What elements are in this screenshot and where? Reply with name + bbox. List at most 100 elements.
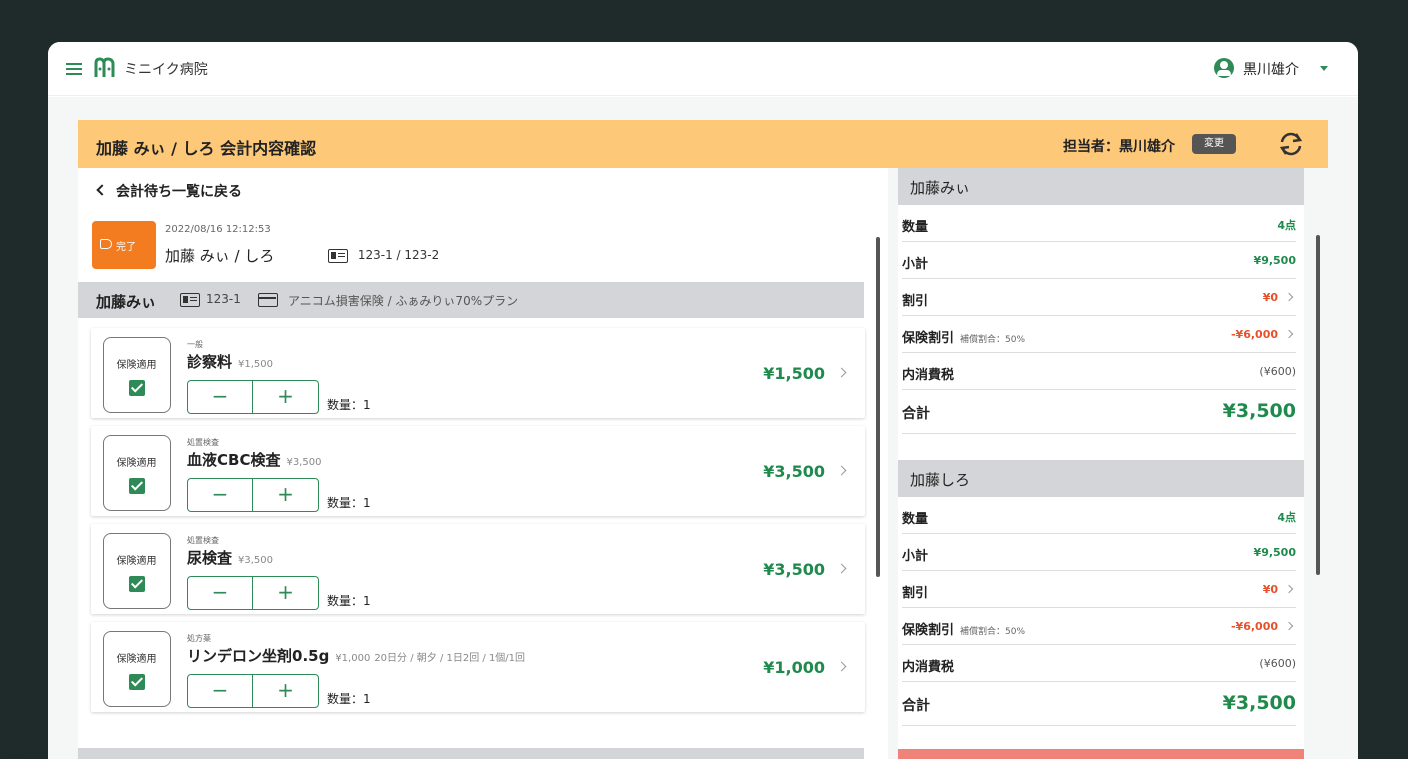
id-card-icon — [180, 292, 200, 307]
logo-icon — [94, 57, 115, 77]
owner-id-text: 123-1 — [206, 292, 241, 306]
summary-row-discount[interactable]: 割引 ¥0 — [902, 571, 1296, 608]
quantity-stepper: − + — [187, 674, 319, 708]
item-unit-price: ¥1,000 — [335, 653, 371, 664]
visit-ids: 123-1 / 123-2 — [328, 248, 439, 263]
refresh-icon[interactable] — [1276, 130, 1306, 158]
credit-card-icon — [258, 293, 278, 307]
tag-icon — [100, 239, 112, 249]
title-bar: 加藤 みぃ / しろ 会計内容確認 担当者：黒川雄介 変更 — [78, 120, 1328, 168]
back-link[interactable]: 会計待ち一覧に戻る — [116, 181, 242, 201]
item-category: 処置検査 — [187, 536, 219, 545]
chevron-right-icon[interactable] — [1284, 329, 1294, 339]
item-category: 一般 — [187, 340, 203, 349]
summary-label: 内消費税 — [902, 368, 955, 383]
caret-down-icon[interactable] — [1320, 66, 1328, 71]
summary-label: 保険割引 補償割合：50% — [902, 619, 1025, 638]
user-icon[interactable] — [1214, 58, 1234, 78]
summary-value: 4点 — [1277, 219, 1296, 232]
increment-button[interactable]: + — [253, 479, 318, 511]
summary-scrollbar[interactable] — [1316, 235, 1320, 575]
visit-owner: 加藤 みぃ / しろ — [165, 247, 275, 265]
chevron-right-icon[interactable] — [1284, 584, 1294, 594]
decrement-button[interactable]: − — [188, 479, 253, 511]
chevron-right-icon[interactable] — [836, 465, 847, 476]
summary-value: ¥0 — [1262, 291, 1278, 304]
summary-label: 合計 — [902, 406, 930, 422]
item-total: ¥3,500 — [763, 462, 825, 481]
status-badge-label: 完了 — [116, 242, 136, 253]
quantity-stepper: − + — [187, 478, 319, 512]
increment-button[interactable]: + — [253, 381, 318, 413]
insurance-label: 保険適用 — [116, 556, 157, 567]
app-bar: ミニイク病院 黒川雄介 — [48, 42, 1358, 96]
assignee-label: 担当者：黒川雄介 — [1063, 139, 1175, 155]
summary-row-insurance-discount[interactable]: 保険割引 補償割合：50% -¥6,000 — [902, 316, 1296, 353]
menu-icon[interactable] — [66, 63, 82, 75]
insurance-toggle[interactable]: 保険適用 — [103, 533, 171, 609]
app-screen: ミニイク病院 黒川雄介 加藤 みぃ / しろ 会計内容確認 担当者：黒川雄介 変… — [48, 42, 1358, 759]
summary-value: 4点 — [1277, 511, 1296, 524]
chevron-right-icon[interactable] — [836, 367, 847, 378]
summary-row-total: 合計 ¥3,500 — [902, 682, 1296, 726]
item-category: 処置検査 — [187, 438, 219, 447]
summary-label: 内消費税 — [902, 660, 955, 675]
item-name-text: 血液CBC検査 — [187, 451, 281, 469]
chevron-left-icon[interactable] — [96, 184, 108, 196]
summary-row-quantity: 数量 4点 — [902, 205, 1296, 242]
summary-pet-name: 加藤みぃ — [910, 179, 971, 197]
chevron-right-icon[interactable] — [1284, 292, 1294, 302]
checkbox-checked-icon[interactable] — [129, 380, 145, 396]
chevron-right-icon[interactable] — [836, 563, 847, 574]
item-total: ¥1,500 — [763, 364, 825, 383]
summary-label-text: 保険割引 — [902, 331, 955, 346]
summary-row-discount[interactable]: 割引 ¥0 — [902, 279, 1296, 316]
owner-section-header-partial — [78, 748, 864, 759]
decrement-button[interactable]: − — [188, 577, 253, 609]
page-title: 加藤 みぃ / しろ 会計内容確認 — [96, 139, 317, 158]
items-panel: 会計待ち一覧に戻る 完了 2022/08/16 12:12:53 加藤 みぃ /… — [78, 168, 888, 759]
user-name[interactable]: 黒川雄介 — [1243, 59, 1299, 79]
chevron-right-icon[interactable] — [1284, 621, 1294, 631]
device-frame: ミニイク病院 黒川雄介 加藤 みぃ / しろ 会計内容確認 担当者：黒川雄介 変… — [0, 0, 1408, 759]
checkbox-checked-icon[interactable] — [129, 478, 145, 494]
item-card[interactable]: 保険適用 処方薬 リンデロン坐剤0.5g ¥1,000 20日分 / 朝夕 / 1日… — [91, 622, 865, 712]
quantity-stepper: − + — [187, 380, 319, 414]
item-card[interactable]: 保険適用 一般 診察料 ¥1,500 − + 数量：1 ¥1,500 — [91, 328, 865, 418]
insurance-toggle[interactable]: 保険適用 — [103, 435, 171, 511]
id-card-icon — [328, 248, 348, 263]
checkout-footer-bar[interactable] — [898, 749, 1304, 759]
decrement-button[interactable]: − — [188, 675, 253, 707]
item-dosage-note: 20日分 / 朝夕 / 1日2回 / 1個/1回 — [374, 653, 526, 664]
item-name: 尿検査 ¥3,500 — [187, 547, 273, 568]
summary-label: 割引 — [902, 586, 929, 601]
checkbox-checked-icon[interactable] — [129, 576, 145, 592]
insurance-label: 保険適用 — [116, 458, 157, 469]
decrement-button[interactable]: − — [188, 381, 253, 413]
status-badge: 完了 — [92, 221, 156, 269]
owner-id: 123-1 — [180, 292, 241, 307]
checkbox-checked-icon[interactable] — [129, 674, 145, 690]
insurance-toggle[interactable]: 保険適用 — [103, 337, 171, 413]
item-quantity: 数量：1 — [327, 594, 371, 608]
summary-value: -¥6,000 — [1230, 328, 1278, 341]
summary-row-insurance-discount[interactable]: 保険割引 補償割合：50% -¥6,000 — [902, 608, 1296, 645]
increment-button[interactable]: + — [253, 577, 318, 609]
item-name-text: 診察料 — [187, 353, 233, 371]
main-content: 加藤 みぃ / しろ 会計内容確認 担当者：黒川雄介 変更 会計待ち一覧に戻る … — [48, 97, 1358, 759]
summary-label: 合計 — [902, 698, 930, 714]
item-card[interactable]: 保険適用 処置検査 血液CBC検査 ¥3,500 − + 数量：1 ¥3,500 — [91, 426, 865, 516]
summary-row-quantity: 数量 4点 — [902, 497, 1296, 534]
quantity-stepper: − + — [187, 576, 319, 610]
item-card[interactable]: 保険適用 処置検査 尿検査 ¥3,500 − + 数量：1 ¥3,500 — [91, 524, 865, 614]
insurance-label: 保険適用 — [116, 360, 157, 371]
chevron-right-icon[interactable] — [836, 661, 847, 672]
summary-total-value: ¥3,500 — [1222, 692, 1296, 714]
insurance-toggle[interactable]: 保険適用 — [103, 631, 171, 707]
increment-button[interactable]: + — [253, 675, 318, 707]
summary-value: (¥600) — [1259, 365, 1296, 378]
items-scrollbar[interactable] — [876, 237, 880, 577]
change-assignee-button[interactable]: 変更 — [1192, 134, 1236, 154]
item-name-text: 尿検査 — [187, 549, 233, 567]
summary-header: 加藤みぃ — [898, 168, 1304, 205]
